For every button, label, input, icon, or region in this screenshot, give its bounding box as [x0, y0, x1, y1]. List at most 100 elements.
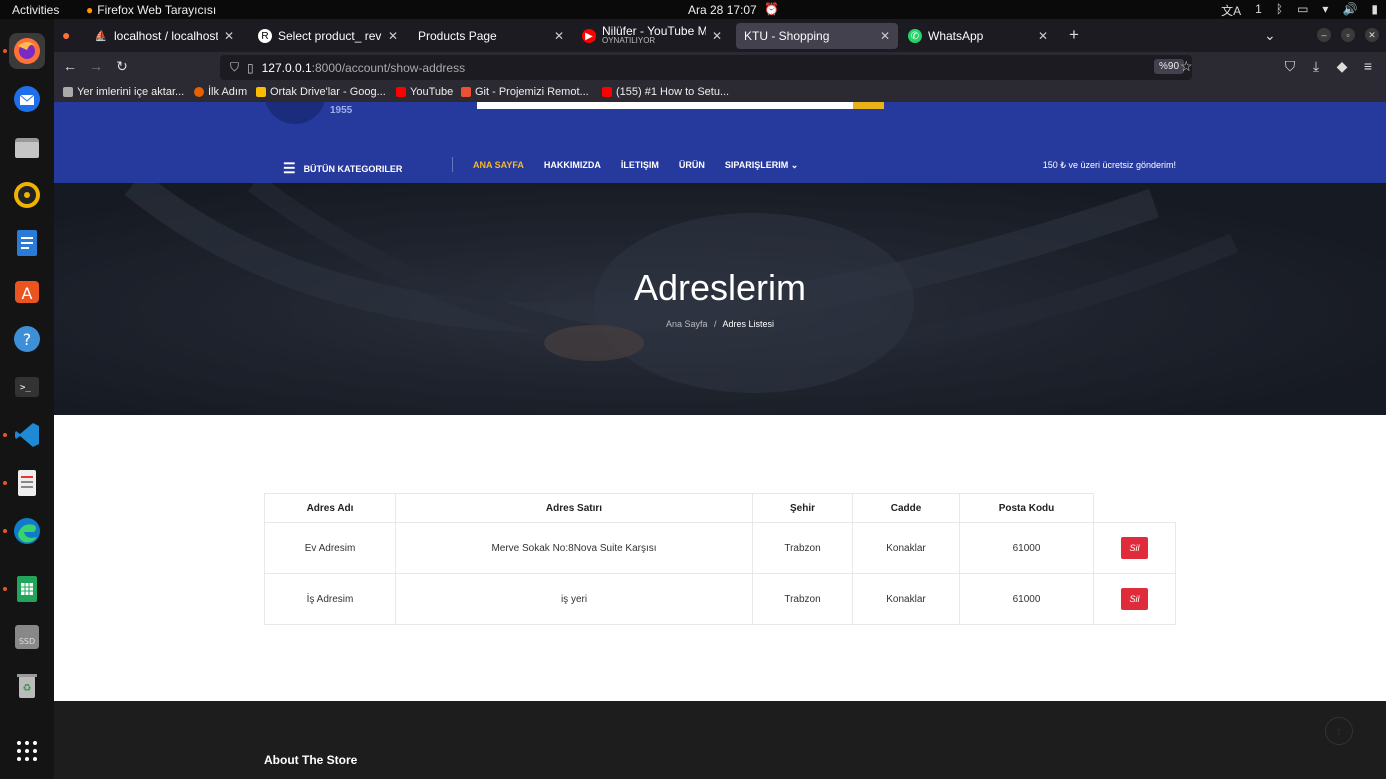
- column-header-street: Cadde: [852, 493, 960, 523]
- delete-address-button[interactable]: Sil: [1121, 537, 1148, 559]
- firefox-icon: [194, 87, 204, 97]
- text-editor-icon[interactable]: [9, 465, 45, 501]
- new-tab-button[interactable]: +: [1069, 25, 1079, 45]
- column-header-address-name: Adres Adı: [264, 493, 396, 523]
- url-host: 127.0.0.1: [261, 60, 312, 75]
- clock[interactable]: Ara 28 17:07: [688, 3, 757, 17]
- terminal-icon[interactable]: >_: [9, 369, 45, 405]
- reload-icon[interactable]: ↻: [112, 58, 132, 75]
- svg-text:♻: ♻: [23, 683, 32, 694]
- volume-icon[interactable]: 🔊: [1342, 2, 1357, 19]
- site-logo[interactable]: [264, 102, 326, 124]
- screen-icon[interactable]: ▭: [1297, 2, 1308, 19]
- bookmark-star-icon[interactable]: ☆: [1180, 58, 1193, 75]
- scroll-top-icon[interactable]: ↑: [1325, 717, 1353, 745]
- rhythmbox-icon[interactable]: [9, 177, 45, 213]
- tab-localhost[interactable]: ⛵ localhost / localhost / ec ✕: [86, 23, 242, 49]
- tab-products-page[interactable]: Products Page ✕: [410, 23, 572, 49]
- window-close-icon[interactable]: ✕: [1365, 28, 1379, 42]
- table-row: İş Adresim iş yeri Trabzon Konaklar 6100…: [264, 573, 1176, 625]
- extension-icon[interactable]: ◆: [1332, 58, 1352, 75]
- all-categories-button[interactable]: ☰ BÜTÜN KATEGORILER: [283, 160, 402, 177]
- chevron-down-icon: ⌄: [790, 160, 799, 170]
- menu-item-about[interactable]: HAKKIMIZDA: [544, 160, 601, 171]
- wifi-icon[interactable]: ▾: [1322, 2, 1328, 19]
- firefox-view-icon[interactable]: ●: [62, 27, 70, 43]
- back-icon[interactable]: ←: [60, 58, 80, 74]
- vscode-icon[interactable]: [9, 417, 45, 453]
- cell-city: Trabzon: [752, 573, 853, 625]
- breadcrumb-home[interactable]: Ana Sayfa: [666, 319, 708, 329]
- free-shipping-note: 150 ₺ ve üzeri ücretsiz gönderim!: [1042, 160, 1176, 170]
- logo-year: 1955: [330, 105, 353, 116]
- cell-actions: Sil: [1093, 522, 1176, 574]
- calc-icon[interactable]: [9, 571, 45, 607]
- system-tray[interactable]: 文A 1 ᛒ ▭ ▾ 🔊 ▮: [1221, 2, 1378, 19]
- notification-icon[interactable]: 1: [1255, 2, 1262, 19]
- activities-button[interactable]: Activities: [12, 3, 59, 17]
- column-header-actions: [1093, 493, 1176, 523]
- import-icon: [63, 87, 73, 97]
- menu-item-contact[interactable]: İLETIŞIM: [621, 160, 659, 171]
- tab-select-product-review[interactable]: R Select product_ review to ✕: [250, 23, 406, 49]
- close-icon[interactable]: ✕: [880, 29, 890, 43]
- delete-address-button[interactable]: Sil: [1121, 588, 1148, 610]
- maximize-icon[interactable]: ▫: [1341, 28, 1355, 42]
- bookmark-youtube[interactable]: YouTube: [396, 86, 453, 98]
- running-indicator: [3, 587, 7, 591]
- tab-youtube-music[interactable]: ▶ Nilüfer - YouTube Music OYNATILIYOR ✕: [574, 22, 730, 50]
- close-icon[interactable]: ✕: [224, 29, 234, 43]
- bluetooth-icon[interactable]: ᛒ: [1276, 2, 1283, 19]
- breadcrumb-separator: /: [713, 319, 717, 329]
- close-icon[interactable]: ✕: [712, 29, 722, 43]
- battery-icon[interactable]: ▮: [1371, 2, 1378, 19]
- bookmark-ilk-adim[interactable]: İlk Adım: [194, 86, 247, 98]
- site-search-input[interactable]: [477, 102, 853, 109]
- menu-item-home[interactable]: ANA SAYFA: [473, 160, 524, 171]
- svg-text:A: A: [22, 284, 33, 303]
- bookmark-import[interactable]: Yer imlerini içe aktar...: [63, 86, 184, 98]
- trash-icon[interactable]: ♻: [9, 667, 45, 703]
- page-info-icon[interactable]: ▯: [247, 61, 254, 75]
- bookmark-how-to-setup[interactable]: (155) #1 How to Setu...: [602, 86, 729, 98]
- youtube-icon: [396, 87, 406, 97]
- firefox-icon[interactable]: [9, 33, 45, 69]
- writer-icon[interactable]: [9, 225, 45, 261]
- tab-list-chevron-icon[interactable]: ⌄: [1264, 27, 1276, 44]
- edge-icon[interactable]: [9, 513, 45, 549]
- site-footer: About The Store ↑: [54, 701, 1386, 779]
- site-search-button[interactable]: [853, 102, 884, 109]
- close-icon[interactable]: ✕: [1038, 29, 1048, 43]
- files-icon[interactable]: [9, 129, 45, 165]
- cell-city: Trabzon: [752, 522, 853, 574]
- tab-ktu-shopping[interactable]: KTU - Shopping ✕: [736, 23, 898, 49]
- breadcrumb-current: Adres Listesi: [722, 319, 775, 329]
- menu-item-product[interactable]: ÜRÜN: [679, 160, 705, 171]
- app-menu[interactable]: ● Firefox Web Tarayıcısı: [86, 3, 216, 17]
- tab-whatsapp[interactable]: ✆ WhatsApp ✕: [900, 23, 1056, 49]
- forward-icon[interactable]: →: [86, 58, 106, 74]
- language-icon[interactable]: 文A: [1221, 2, 1241, 19]
- tracking-protection-icon[interactable]: ⛉: [230, 60, 239, 75]
- menu-icon[interactable]: ≡: [1358, 58, 1378, 74]
- table-row: Ev Adresim Merve Sokak No:8Nova Suite Ka…: [264, 522, 1176, 574]
- app-center-icon[interactable]: A: [9, 273, 45, 309]
- close-icon[interactable]: ✕: [554, 29, 564, 43]
- menu-item-orders[interactable]: SIPARIŞLERIM ⌄: [725, 160, 798, 171]
- show-apps-icon[interactable]: [9, 733, 45, 769]
- bookmark-git[interactable]: Git - Projemizi Remot...: [461, 86, 589, 98]
- bookmark-google-drive[interactable]: Ortak Drive'lar - Goog...: [256, 86, 386, 98]
- whatsapp-icon: ✆: [908, 29, 922, 43]
- minimize-icon[interactable]: –: [1317, 28, 1331, 42]
- downloads-icon[interactable]: ⤓: [1306, 58, 1326, 75]
- help-icon[interactable]: ?: [9, 321, 45, 357]
- close-icon[interactable]: ✕: [388, 29, 398, 43]
- running-indicator: [3, 529, 7, 533]
- thunderbird-icon[interactable]: [9, 81, 45, 117]
- url-path: :8000/account/show-address: [311, 60, 466, 75]
- ssd-icon[interactable]: SSD: [9, 619, 45, 655]
- url-bar[interactable]: ⛉ ▯ 127.0.0.1:8000/account/show-address …: [220, 55, 1192, 80]
- svg-text:?: ?: [23, 330, 32, 349]
- pocket-icon[interactable]: ⛉: [1280, 58, 1300, 75]
- git-icon: [461, 87, 471, 97]
